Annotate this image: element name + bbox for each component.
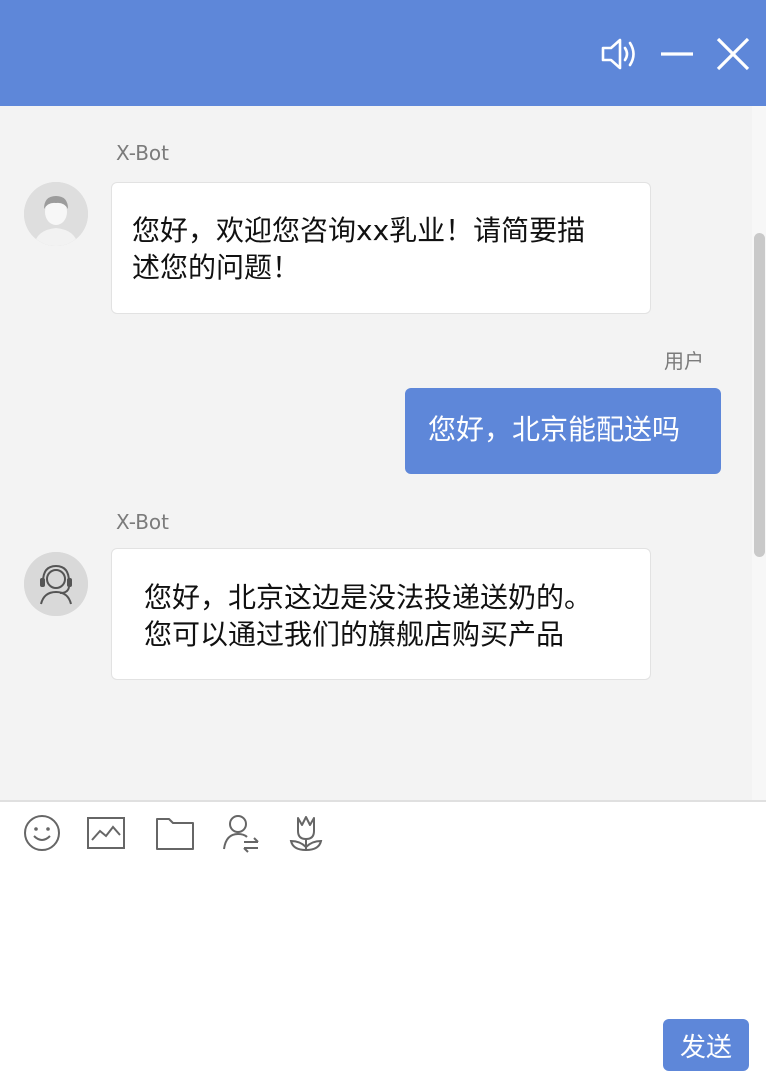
folder-icon[interactable] bbox=[155, 813, 195, 853]
message-input[interactable] bbox=[0, 866, 766, 1016]
message-line: 述您的问题！ bbox=[132, 251, 301, 284]
scrollbar-thumb[interactable] bbox=[754, 233, 765, 557]
user-avatar-icon bbox=[24, 182, 88, 246]
message-line: 您好，北京这边是没法投递送奶的。 bbox=[144, 581, 593, 614]
close-icon[interactable] bbox=[714, 34, 754, 74]
agent-headset-icon bbox=[24, 552, 88, 616]
message-line: 您可以通过我们的旗舰店购买产品 bbox=[144, 618, 565, 651]
user-message-bubble: 您好，北京能配送吗 bbox=[405, 388, 721, 474]
speaker-icon[interactable] bbox=[600, 34, 640, 74]
transfer-agent-icon[interactable] bbox=[222, 813, 262, 853]
bot-message-bubble: 您好，欢迎您咨询xx乳业！请简要描 述您的问题！ bbox=[111, 182, 651, 314]
sender-name: X-Bot bbox=[116, 510, 170, 534]
emoji-icon[interactable] bbox=[22, 813, 62, 853]
chat-header bbox=[0, 0, 766, 106]
input-divider bbox=[0, 800, 766, 802]
image-icon[interactable] bbox=[86, 813, 126, 853]
message-line: 您好，北京能配送吗 bbox=[428, 413, 681, 446]
minimize-icon[interactable] bbox=[658, 34, 698, 74]
bot-message-bubble: 您好，北京这边是没法投递送奶的。 您可以通过我们的旗舰店购买产品 bbox=[111, 548, 651, 680]
sender-name: 用户 bbox=[664, 349, 704, 373]
flower-icon[interactable] bbox=[286, 813, 326, 853]
sender-name: X-Bot bbox=[116, 141, 170, 165]
message-line: 您好，欢迎您咨询xx乳业！请简要描 bbox=[132, 214, 586, 247]
send-button[interactable]: 发送 bbox=[663, 1019, 749, 1071]
